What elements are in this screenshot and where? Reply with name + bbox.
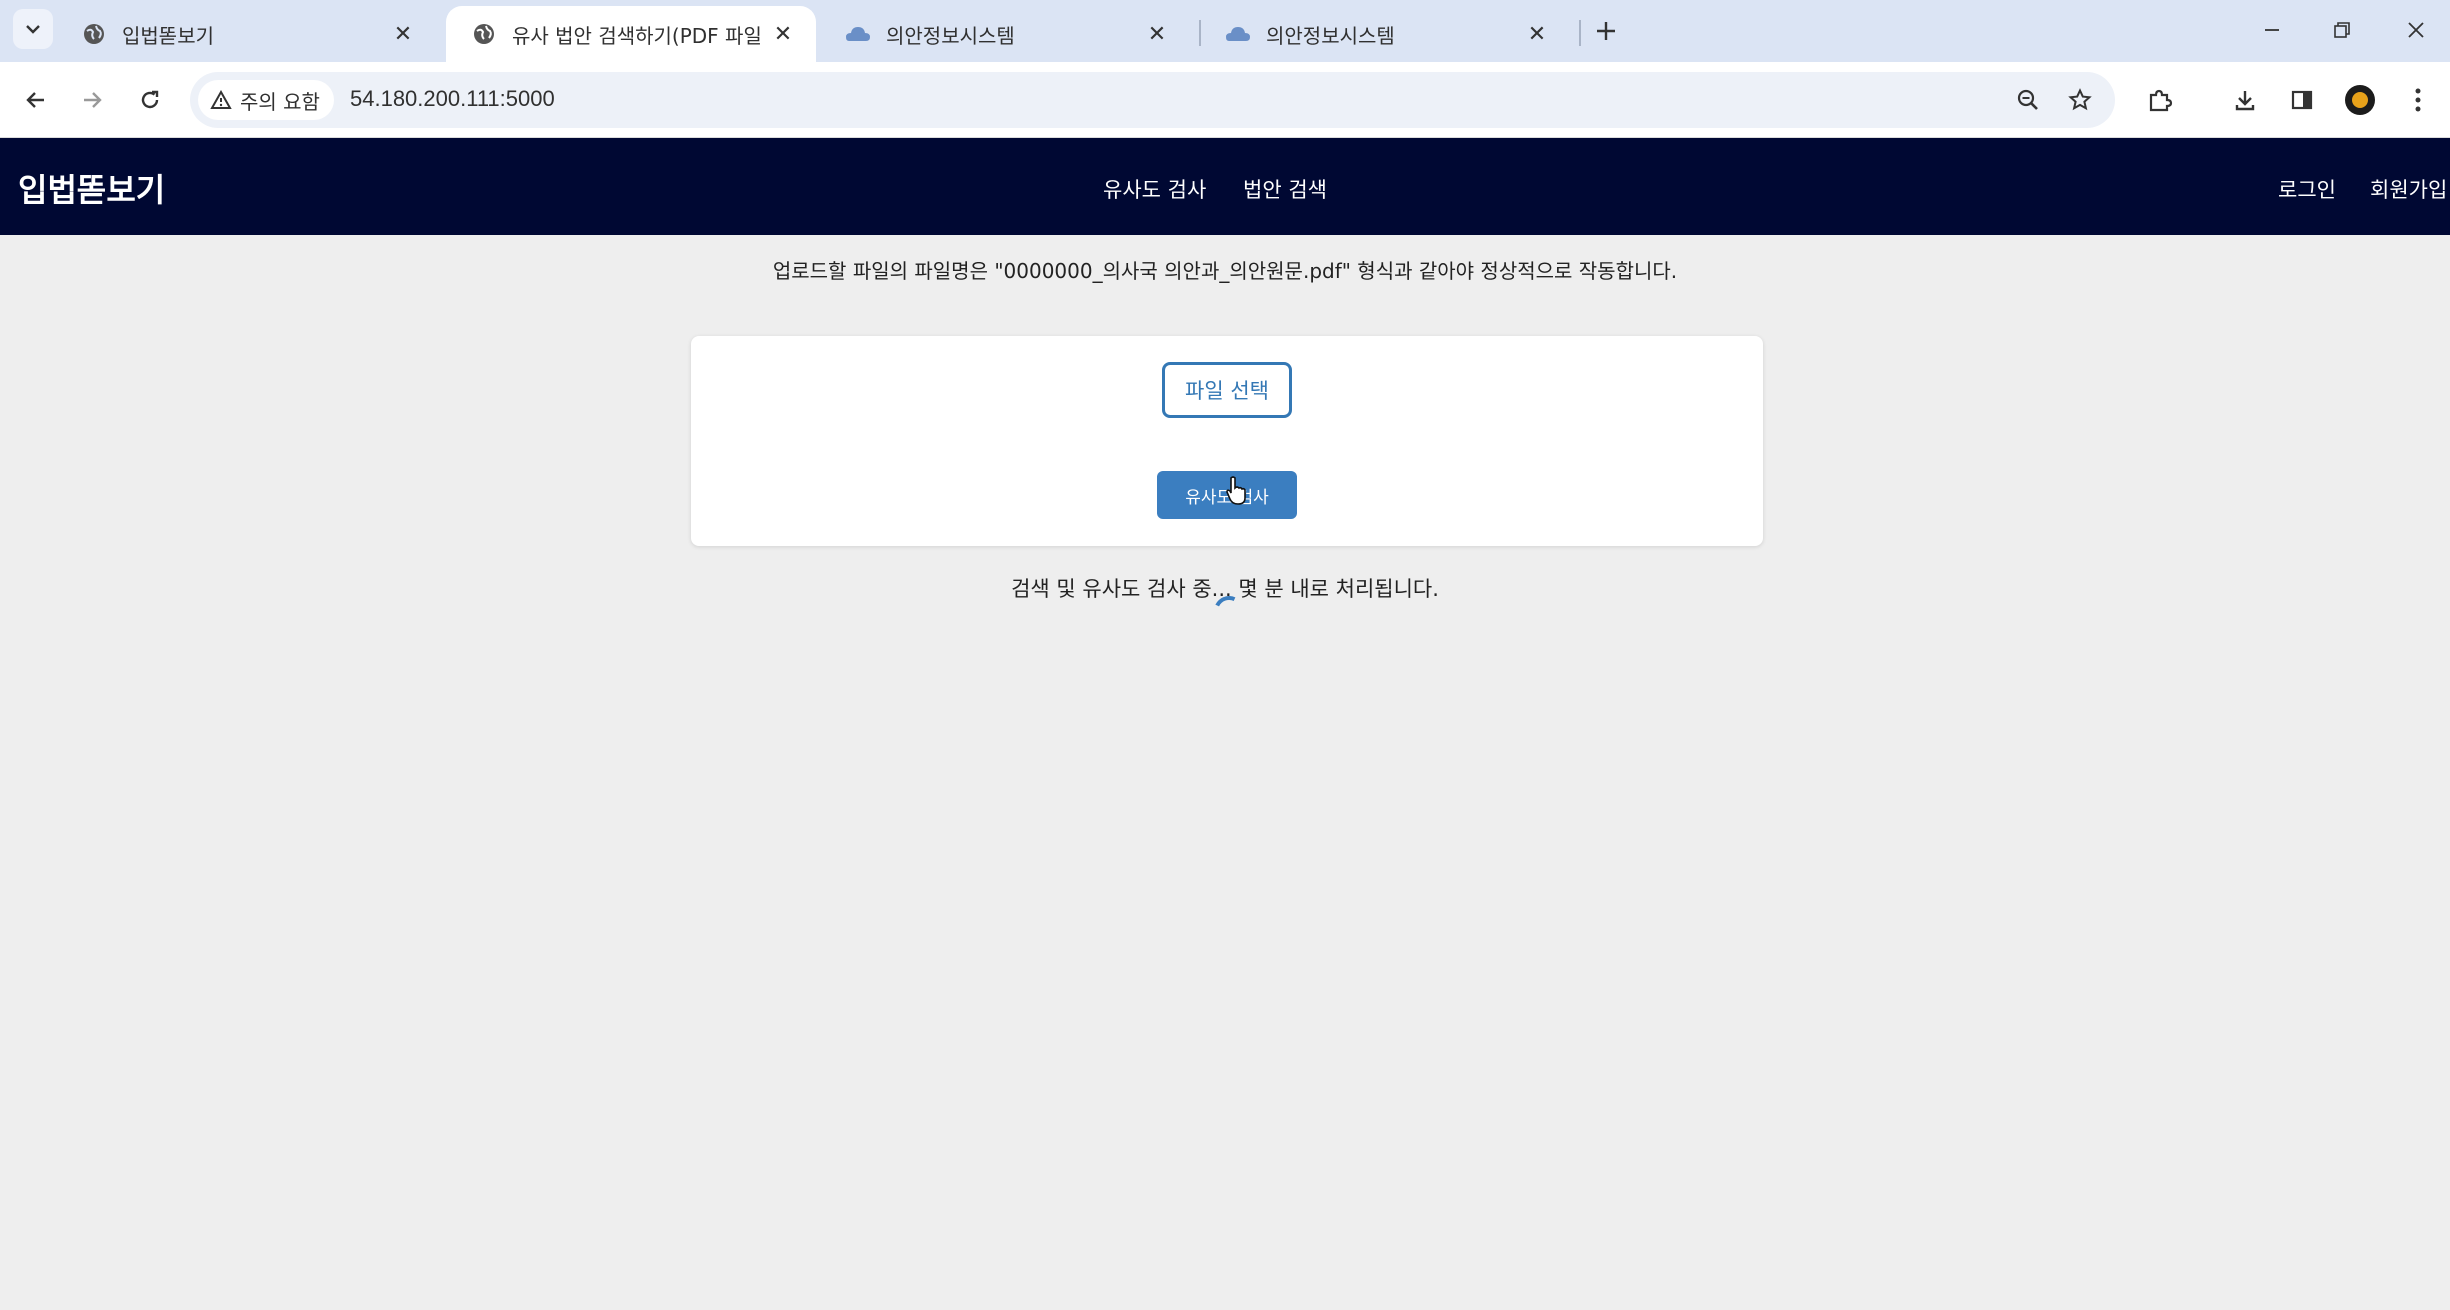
security-indicator[interactable]: 주의 요함 xyxy=(198,80,334,120)
browser-tab-4[interactable]: 의안정보시스템 ✕ xyxy=(1200,6,1570,62)
arrow-right-icon xyxy=(84,92,102,108)
close-icon[interactable]: ✕ xyxy=(768,19,798,49)
avatar xyxy=(2345,85,2375,115)
url-text[interactable]: 54.180.200.111:5000 xyxy=(350,86,555,112)
tab-title: 유사 법안 검색하기(PDF 파일 업로드) xyxy=(512,23,768,48)
cloud-icon xyxy=(1224,20,1252,48)
globe-icon xyxy=(80,20,108,48)
forward-button[interactable] xyxy=(72,80,112,120)
download-icon xyxy=(2235,91,2255,111)
reload-icon xyxy=(141,90,159,109)
filename-notice: 업로드할 파일의 파일명은 "0000000_의사국 의안과_의안원문.pdf"… xyxy=(772,259,1678,283)
nav-signup[interactable]: 회원가입 xyxy=(2370,174,2447,204)
minimize-button[interactable] xyxy=(2250,10,2294,50)
restore-icon xyxy=(2334,22,2350,38)
profile-button[interactable] xyxy=(2340,80,2380,120)
back-button[interactable] xyxy=(16,80,56,120)
more-vertical-icon xyxy=(2415,88,2421,112)
arrow-left-icon xyxy=(26,92,44,108)
close-icon[interactable]: ✕ xyxy=(1522,19,1552,49)
close-icon[interactable]: ✕ xyxy=(1142,19,1172,49)
new-tab-button[interactable] xyxy=(1588,13,1624,49)
cloud-icon xyxy=(844,20,872,48)
tab-search-button[interactable] xyxy=(13,9,53,49)
browser-tab-3[interactable]: 의안정보시스템 ✕ xyxy=(820,6,1190,62)
downloads-button[interactable] xyxy=(2225,80,2265,120)
globe-icon xyxy=(470,20,498,48)
reload-button[interactable] xyxy=(130,80,170,120)
nav-login[interactable]: 로그인 xyxy=(2278,174,2336,204)
bookmark-button[interactable] xyxy=(2062,82,2098,118)
plus-icon xyxy=(1597,22,1615,40)
address-bar[interactable]: 주의 요함 54.180.200.111:5000 xyxy=(190,72,2115,128)
nav-bill-search[interactable]: 법안 검색 xyxy=(1243,174,1327,204)
puzzle-icon xyxy=(2149,89,2173,112)
side-panel-icon xyxy=(2291,90,2313,110)
zoom-out-icon xyxy=(2017,89,2038,110)
chevron-down-icon xyxy=(26,25,40,34)
minimize-icon xyxy=(2265,29,2279,31)
security-label: 주의 요함 xyxy=(240,89,320,114)
site-brand[interactable]: 입법똗보기 xyxy=(18,165,165,211)
extensions-button[interactable] xyxy=(2140,80,2180,120)
upload-card: 파일 선택 유사도 검사 xyxy=(691,336,1763,546)
tab-title: 의안정보시스템 xyxy=(886,23,1015,48)
nav-similarity-check[interactable]: 유사도 검사 xyxy=(1103,174,1206,204)
star-icon xyxy=(2068,88,2092,111)
restore-button[interactable] xyxy=(2320,10,2364,50)
warning-icon xyxy=(210,90,232,109)
close-window-button[interactable] xyxy=(2394,10,2438,50)
hand-cursor-icon xyxy=(1226,476,1246,505)
tab-title: 입법똗보기 xyxy=(122,23,214,48)
site-header: 입법똗보기 유사도 검사 법안 검색 로그인 회원가입 xyxy=(0,138,2450,235)
browser-tab-2[interactable]: 유사 법안 검색하기(PDF 파일 업로드) ✕ xyxy=(446,6,816,62)
file-select-button[interactable]: 파일 선택 xyxy=(1162,362,1292,418)
side-panel-button[interactable] xyxy=(2282,80,2322,120)
tab-divider xyxy=(1579,20,1581,46)
close-icon xyxy=(2408,22,2424,38)
browser-menu-button[interactable] xyxy=(2398,80,2438,120)
tab-title: 의안정보시스템 xyxy=(1266,23,1395,48)
browser-tab-strip: 입법똗보기 ✕ 유사 법안 검색하기(PDF 파일 업로드) ✕ 의안정보시스템… xyxy=(0,0,2450,62)
browser-toolbar: 주의 요함 54.180.200.111:5000 xyxy=(0,62,2450,138)
zoom-button[interactable] xyxy=(2010,82,2046,118)
close-icon[interactable]: ✕ xyxy=(388,19,418,49)
browser-tab-1[interactable]: 입법똗보기 ✕ xyxy=(56,6,436,62)
